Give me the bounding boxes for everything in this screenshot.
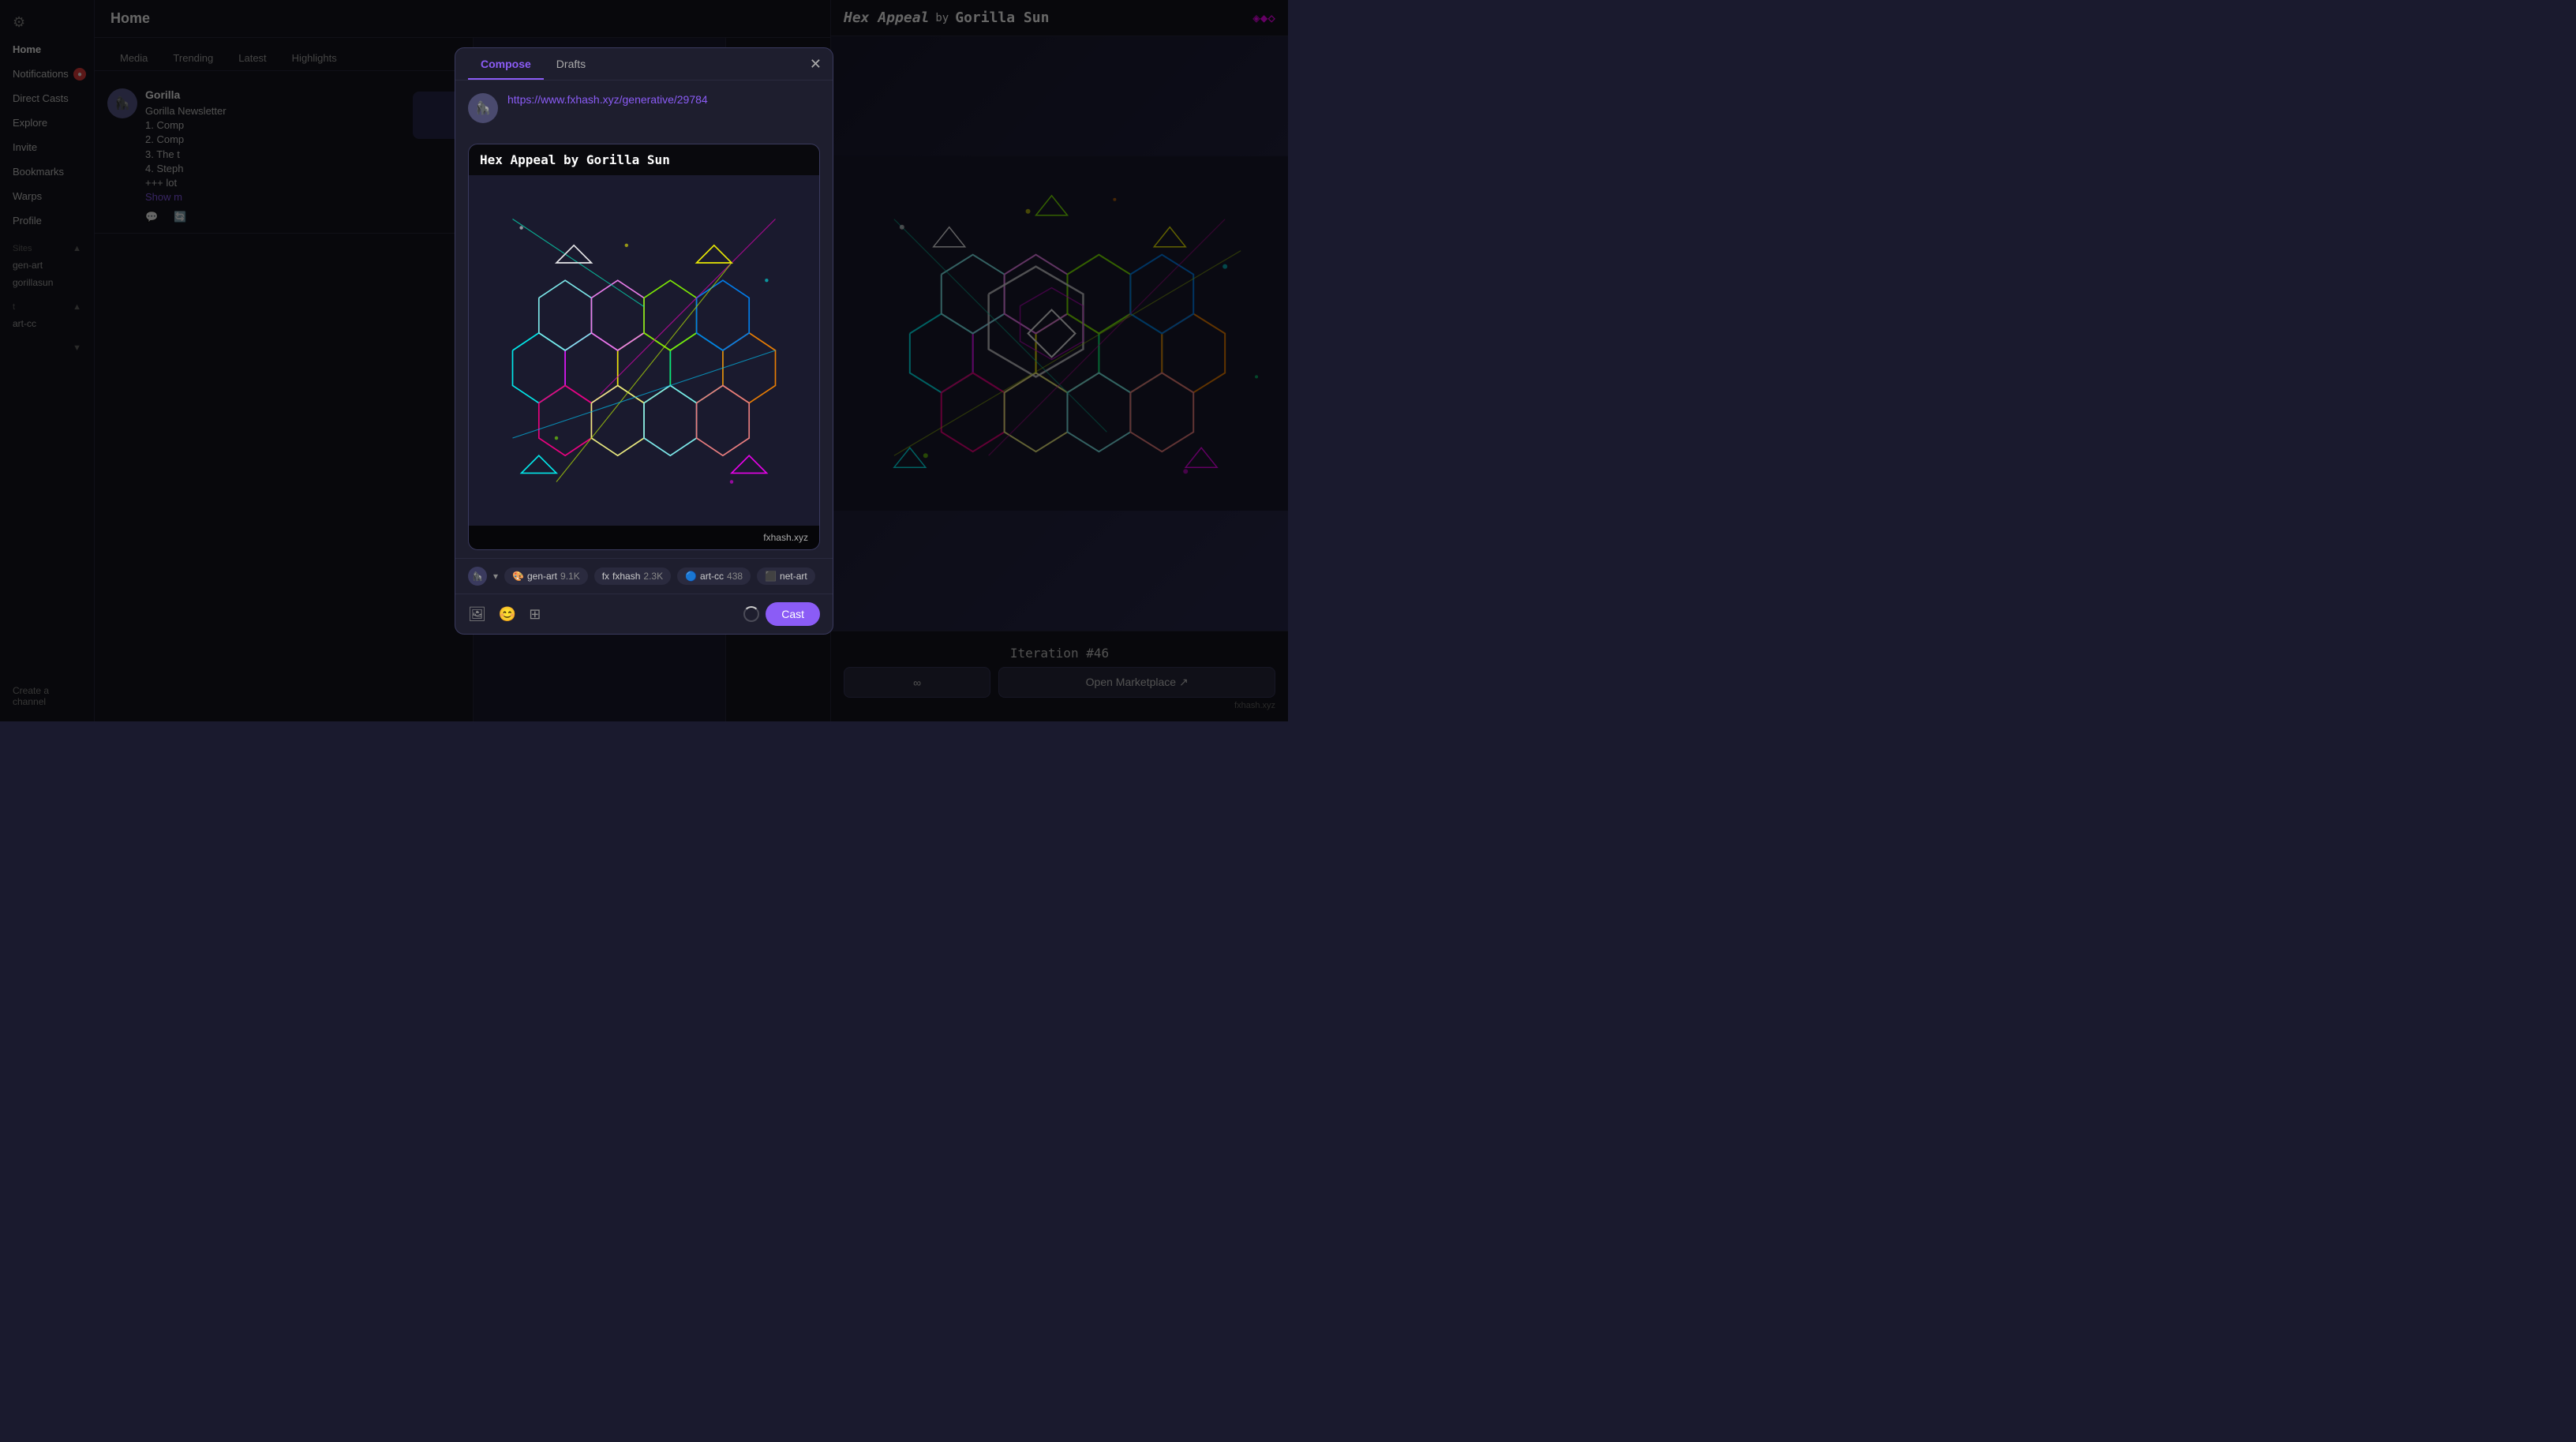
compose-nft-artwork [469,175,819,526]
channel-badge-fxhash[interactable]: fx fxhash 2.3K [594,567,671,585]
channel-badge-art-cc[interactable]: 🔵 art-cc 438 [677,567,751,585]
net-art-icon: ⬛ [765,571,777,582]
compose-body: 🦍 https://www.fxhash.xyz/generative/2978… [455,81,833,136]
compose-tabs: Compose Drafts [455,48,833,81]
compose-artwork-svg [469,175,819,526]
compose-channels: 🦍 ▾ 🎨 gen-art 9.1K fx fxhash 2.3K 🔵 art-… [455,558,833,594]
image-upload-icon[interactable]: 🖼 [468,606,486,623]
compose-nft-title: Hex Appeal by Gorilla Sun [469,144,819,175]
gen-art-icon: 🎨 [512,571,524,582]
tab-drafts[interactable]: Drafts [544,48,598,80]
compose-user-avatar: 🦍 [468,93,498,123]
art-cc-icon: 🔵 [685,571,697,582]
tab-compose[interactable]: Compose [468,48,544,80]
modal-overlay[interactable]: Compose Drafts ✕ 🦍 https://www.fxhash.xy… [0,0,1288,721]
emoji-icon[interactable]: 😊 [499,606,516,623]
channel-dropdown-arrow[interactable]: ▾ [493,571,498,582]
compose-image-preview: Hex Appeal by Gorilla Sun [468,144,820,550]
channel-selector-avatar[interactable]: 🦍 [468,567,487,586]
compose-action-bar: 🖼 😊 ⊞ Cast [455,594,833,634]
compose-modal: Compose Drafts ✕ 🦍 https://www.fxhash.xy… [455,47,833,635]
compose-link-text[interactable]: https://www.fxhash.xyz/generative/29784 [507,93,708,123]
grid-icon[interactable]: ⊞ [529,606,541,623]
cast-submit-button[interactable]: Cast [766,602,820,626]
loading-spinner [743,606,759,622]
compose-close-button[interactable]: ✕ [810,56,822,73]
channel-badge-gen-art[interactable]: 🎨 gen-art 9.1K [504,567,588,585]
compose-nft-source: fxhash.xyz [469,526,819,549]
channel-badge-net-art[interactable]: ⬛ net-art [757,567,815,585]
